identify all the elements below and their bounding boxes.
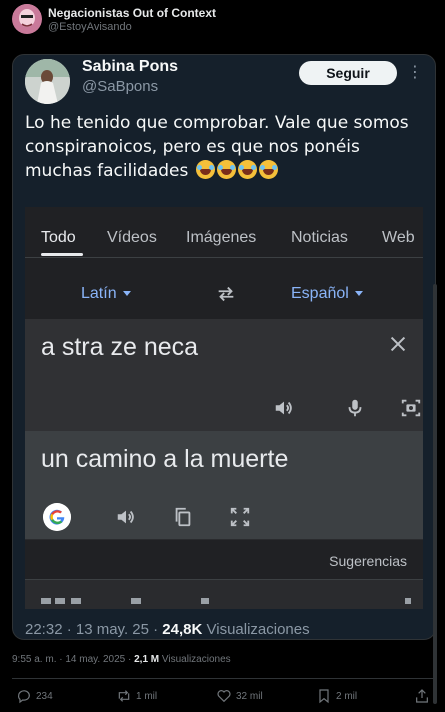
repost-count: 1 mil	[136, 690, 158, 702]
swap-languages-icon	[218, 286, 234, 302]
quoted-author-name[interactable]: Sabina Pons	[82, 58, 178, 76]
author-handle[interactable]: @EstoyAvisando	[48, 21, 132, 33]
source-language-label: Latín	[81, 285, 117, 302]
quoted-post-meta: 22:32 · 13 may. 25 · 24,8K Visualizacion…	[25, 621, 310, 638]
translated-text: un camino a la muerte	[41, 445, 289, 473]
follow-button[interactable]: Seguir	[299, 61, 397, 85]
bookmark-button[interactable]: 2 mil	[316, 688, 357, 708]
post-action-bar: 234 1 mil 32 mil 2 mil	[0, 686, 445, 710]
translation-actions	[25, 503, 423, 531]
repost-icon	[118, 690, 130, 702]
post-media-image[interactable]: Todo Vídeos Imágenes Noticias Web Latín …	[25, 207, 423, 609]
reply-count: 234	[36, 690, 53, 702]
bookmark-count: 2 mil	[336, 690, 358, 702]
divider	[12, 678, 433, 679]
suggestions-label: Sugerencias	[329, 553, 407, 569]
target-language-label: Español	[291, 285, 349, 302]
language-selector-row: Latín Español	[25, 279, 423, 309]
translation-panel: un camino a la muerte	[25, 431, 423, 539]
tab-web: Web	[382, 229, 415, 246]
cropped-text-fragment	[41, 598, 411, 604]
like-button[interactable]: 32 mil	[216, 688, 263, 708]
active-tab-indicator	[41, 253, 83, 256]
views-count: 2,1 M	[134, 654, 160, 665]
quoted-post-timestamp[interactable]: 22:32 · 13 may. 25 ·	[25, 621, 158, 638]
suggestion-item-cropped	[25, 579, 423, 609]
tab-imagenes: Imágenes	[186, 229, 257, 246]
repost-button[interactable]: 1 mil	[116, 688, 157, 708]
camera-icon	[401, 399, 421, 417]
post-timestamp[interactable]: 9:55 a. m. · 14 may. 2025 ·	[12, 654, 131, 665]
bookmark-icon	[319, 689, 329, 704]
copy-icon	[175, 507, 191, 527]
avatar-image	[25, 59, 70, 104]
share-button[interactable]	[414, 688, 430, 708]
like-count: 32 mil	[236, 690, 263, 702]
avatar-image	[12, 4, 42, 34]
google-logo-icon	[43, 503, 71, 531]
source-text-panel: a stra ze neca	[25, 319, 423, 431]
avatar[interactable]	[25, 59, 70, 104]
speaker-icon	[275, 401, 292, 415]
fullscreen-icon	[230, 507, 250, 527]
tab-noticias: Noticias	[291, 229, 348, 246]
microphone-icon	[348, 399, 362, 417]
clear-text-icon	[390, 336, 406, 352]
reply-button[interactable]: 234	[16, 688, 53, 708]
tears-of-joy-emoji-icon	[216, 160, 236, 179]
quoted-post-views-count: 24,8K	[162, 621, 203, 638]
tears-of-joy-emoji-icon	[258, 160, 278, 179]
tears-of-joy-emoji-icon	[237, 160, 257, 179]
chevron-down-icon	[122, 291, 131, 296]
speaker-icon	[117, 510, 134, 524]
scrollbar[interactable]	[433, 284, 437, 704]
search-tabs: Todo Vídeos Imágenes Noticias Web	[25, 223, 423, 256]
quoted-post-text: Lo he tenido que comprobar. Vale que som…	[25, 111, 423, 183]
outer-post-header: Negacionistas Out of Context @EstoyAvisa…	[12, 4, 432, 38]
quoted-author-handle[interactable]: @SaBpons	[82, 78, 158, 95]
views-label: Visualizaciones	[161, 654, 231, 665]
post-meta: 9:55 a. m. · 14 may. 2025 · 2,1 M Visual…	[12, 654, 231, 665]
target-language-select: Español	[291, 285, 363, 303]
tab-todo: Todo	[41, 229, 76, 246]
quoted-post-card[interactable]: Sabina Pons @SaBpons Seguir ⋮ Lo he teni…	[12, 54, 436, 640]
source-actions	[25, 395, 423, 421]
avatar[interactable]	[12, 4, 42, 34]
like-icon	[217, 690, 231, 703]
suggestions-bar: Sugerencias	[25, 539, 423, 579]
tears-of-joy-emoji-icon	[195, 160, 215, 179]
quoted-post-views-label: Visualizaciones	[206, 621, 310, 638]
more-options-icon[interactable]: ⋮	[407, 61, 423, 85]
share-icon	[416, 689, 428, 703]
source-language-select: Latín	[81, 285, 131, 303]
divider	[25, 257, 423, 258]
reply-icon	[17, 690, 30, 704]
tab-videos: Vídeos	[107, 229, 157, 246]
source-text: a stra ze neca	[41, 333, 199, 361]
author-name[interactable]: Negacionistas Out of Context	[48, 6, 216, 20]
chevron-down-icon	[354, 291, 363, 296]
